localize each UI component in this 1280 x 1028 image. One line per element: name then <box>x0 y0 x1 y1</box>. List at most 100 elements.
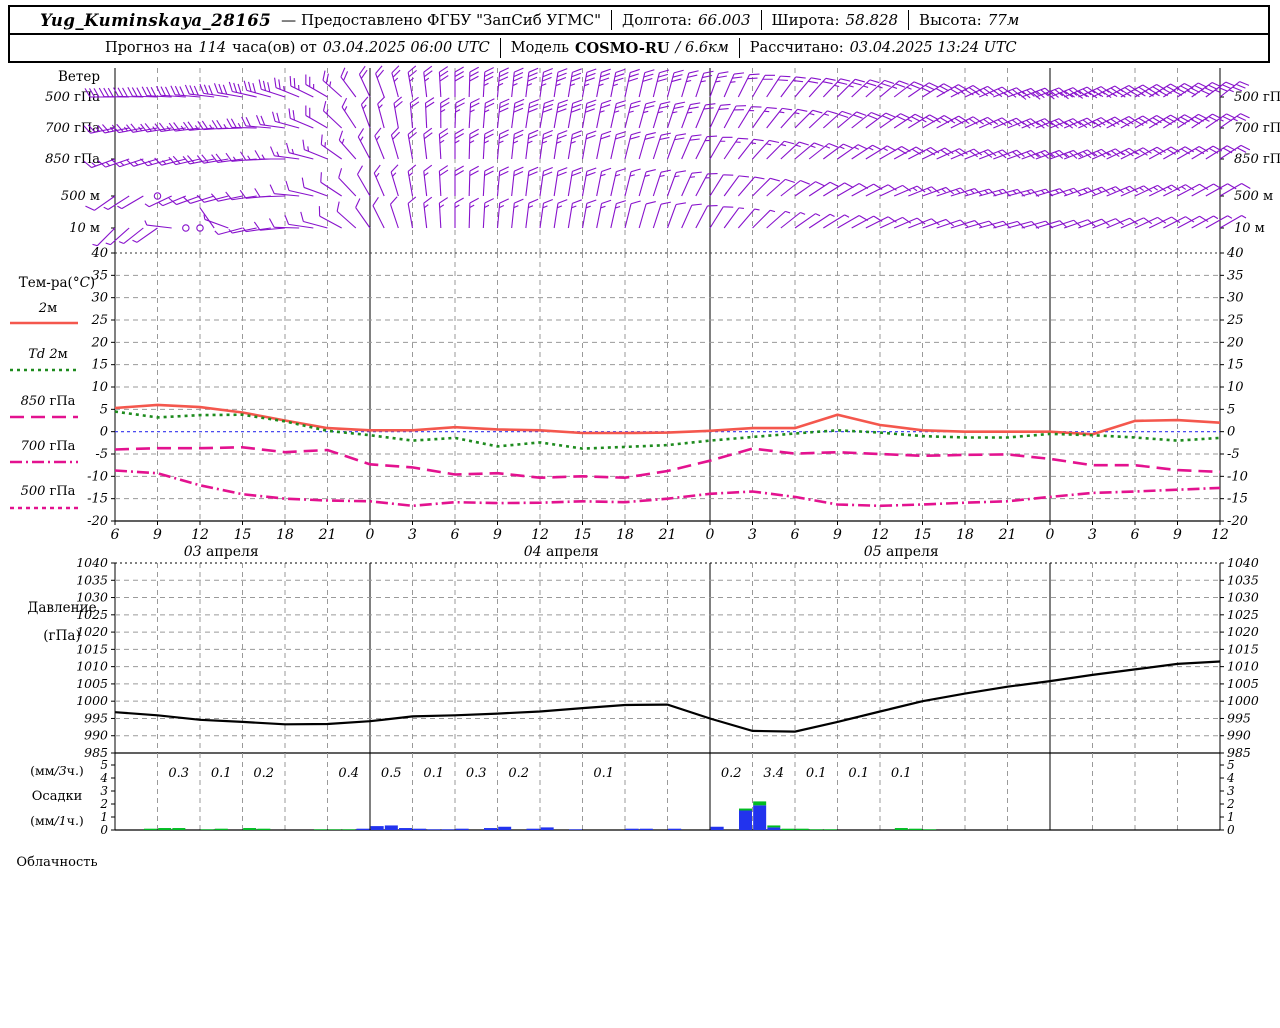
precip-bar <box>824 829 837 830</box>
svg-text:10: 10 <box>91 380 108 395</box>
svg-text:25: 25 <box>90 313 108 328</box>
svg-text:15: 15 <box>91 358 108 373</box>
svg-text:-15: -15 <box>1227 492 1248 507</box>
svg-text:1025: 1025 <box>1227 607 1259 622</box>
svg-text:0.3: 0.3 <box>466 766 487 781</box>
model-label: Модель <box>511 40 569 56</box>
svg-text:1005: 1005 <box>1227 676 1259 691</box>
longitude-label: Долгота: <box>622 11 692 29</box>
svg-text:-10: -10 <box>87 469 108 484</box>
svg-text:(мм/3ч.): (мм/3ч.) <box>30 763 84 778</box>
precip-bar <box>909 829 922 830</box>
svg-text:40: 40 <box>90 246 108 261</box>
svg-text:1015: 1015 <box>1227 641 1259 656</box>
svg-text:15: 15 <box>574 527 592 543</box>
svg-text:35: 35 <box>1227 268 1244 283</box>
svg-text:10 м: 10 м <box>69 221 100 236</box>
precip-bar <box>810 829 823 830</box>
provider-text: — Предоставлено ФГБУ "ЗапСиб УГМС" <box>281 11 601 29</box>
precip-bar <box>541 827 554 830</box>
svg-text:(гПа): (гПа) <box>43 628 80 644</box>
svg-text:2: 2 <box>1226 797 1235 811</box>
meteogram-page: Yug_Kuminskaya_28165 — Предоставлено ФГБ… <box>0 0 1280 1024</box>
svg-text:(мм/1ч.): (мм/1ч.) <box>30 813 84 828</box>
precip-bar <box>399 828 412 830</box>
precip-bar <box>427 829 440 830</box>
model-resolution: / 6.6км <box>676 40 729 56</box>
wind-panel: Ветер500 гПа500 гПа700 гПа700 гПа850 гПа… <box>45 66 1280 253</box>
svg-text:0: 0 <box>100 425 108 440</box>
svg-text:12: 12 <box>871 527 889 543</box>
svg-text:25: 25 <box>1226 313 1244 328</box>
precip-bar <box>328 829 341 830</box>
svg-text:0.1: 0.1 <box>891 766 912 781</box>
precip-bar <box>342 829 355 830</box>
precip-bar <box>923 829 936 830</box>
svg-text:500 м: 500 м <box>61 189 100 204</box>
svg-text:0: 0 <box>1227 823 1235 837</box>
svg-text:5: 5 <box>100 402 108 417</box>
svg-text:2: 2 <box>99 797 108 811</box>
forecast-start-time: 03.04.2025 06:00 UTC <box>323 40 490 56</box>
svg-text:1035: 1035 <box>1227 572 1259 587</box>
precip-bar <box>753 801 766 805</box>
forecast-prefix: Прогноз на <box>105 40 192 56</box>
precip-bar <box>782 829 795 830</box>
svg-text:1000: 1000 <box>76 693 108 708</box>
svg-text:1000: 1000 <box>1227 693 1259 708</box>
precip-bar <box>385 825 398 830</box>
svg-text:15: 15 <box>914 527 932 543</box>
svg-text:20: 20 <box>1226 335 1244 350</box>
precip-bar <box>484 828 497 830</box>
svg-text:18: 18 <box>276 527 294 543</box>
precip-bar <box>753 805 766 830</box>
header: Yug_Kuminskaya_28165 — Предоставлено ФГБ… <box>8 5 1270 63</box>
precip-bar <box>413 829 426 830</box>
svg-text:21: 21 <box>318 527 337 543</box>
svg-text:9: 9 <box>1173 527 1182 543</box>
precip-bar <box>442 829 455 830</box>
svg-text:1010: 1010 <box>1227 659 1259 674</box>
svg-text:0.3: 0.3 <box>168 766 189 781</box>
temperature-panel: 40403535303025252020151510105500-5-5-10-… <box>87 246 1248 560</box>
cloud-panel: Облачность <box>16 855 97 870</box>
precip-bar <box>767 825 780 827</box>
svg-text:1: 1 <box>100 810 108 824</box>
svg-text:1015: 1015 <box>76 641 108 656</box>
svg-text:-20: -20 <box>1227 514 1248 529</box>
svg-text:1040: 1040 <box>1227 555 1259 570</box>
precip-bar <box>257 829 270 830</box>
svg-text:5: 5 <box>1227 758 1235 772</box>
svg-text:0.1: 0.1 <box>423 766 444 781</box>
svg-text:-5: -5 <box>95 447 108 462</box>
svg-text:1040: 1040 <box>76 555 108 570</box>
svg-text:5: 5 <box>100 758 108 772</box>
svg-text:1020: 1020 <box>1227 624 1259 639</box>
svg-text:500 гПа: 500 гПа <box>1234 90 1280 105</box>
svg-text:0.1: 0.1 <box>806 766 827 781</box>
precip-bar <box>172 828 185 830</box>
svg-text:995: 995 <box>84 710 108 725</box>
svg-text:990: 990 <box>1227 728 1251 743</box>
precip-bar <box>357 829 370 830</box>
precip-bar <box>739 809 752 811</box>
svg-text:30: 30 <box>1227 291 1244 306</box>
svg-text:6: 6 <box>1131 527 1140 543</box>
latitude-value: 58.828 <box>846 11 899 29</box>
precip-bar <box>215 829 228 830</box>
header-row-2: Прогноз на 114 часа(ов) от 03.04.2025 06… <box>10 33 1268 61</box>
svg-text:Осадки: Осадки <box>32 789 82 804</box>
svg-text:40: 40 <box>1226 246 1244 261</box>
precip-bar <box>144 829 157 830</box>
svg-text:4: 4 <box>1226 771 1235 785</box>
svg-text:-20: -20 <box>87 514 108 529</box>
svg-text:04 апреля: 04 апреля <box>524 544 599 560</box>
svg-text:1035: 1035 <box>76 572 108 587</box>
svg-text:10: 10 <box>1227 380 1244 395</box>
svg-text:03 апреля: 03 апреля <box>184 544 259 560</box>
precip-bar <box>243 828 256 830</box>
forecast-mid: часа(ов) от <box>232 40 317 56</box>
svg-text:4: 4 <box>99 771 108 785</box>
separator <box>908 10 909 30</box>
svg-text:10 м: 10 м <box>1234 221 1265 236</box>
